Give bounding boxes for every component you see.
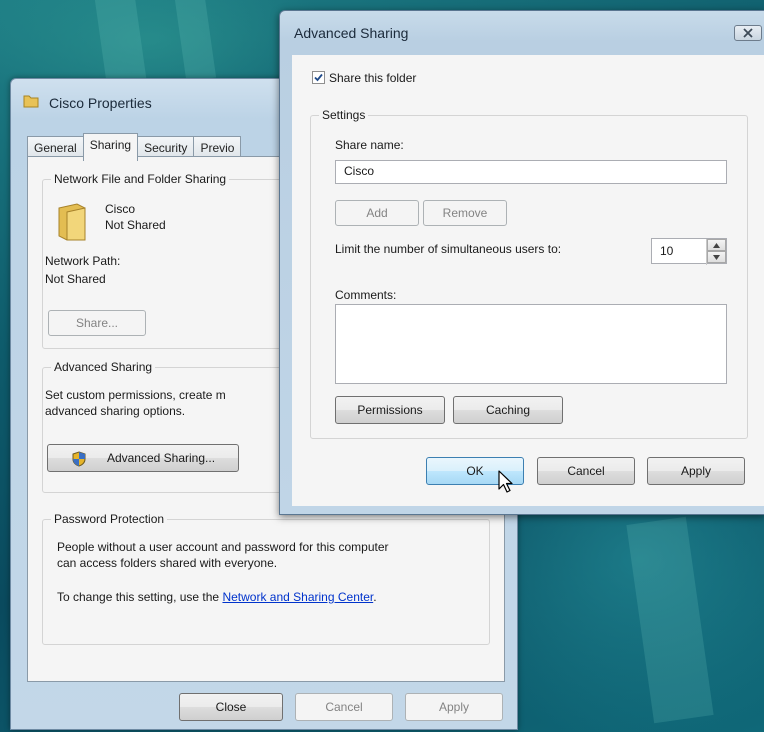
network-path-label: Network Path: [45,254,121,268]
mouse-cursor-icon [498,470,513,493]
change-setting-prefix: To change this setting, use the [57,590,223,604]
user-limit-spinner[interactable] [706,239,726,265]
password-protection-text: People without a user account and passwo… [57,540,389,554]
properties-title: Cisco Properties [49,95,152,111]
permissions-button[interactable]: Permissions [335,396,445,424]
advanced-sharing-dialog: Advanced Sharing Share this folder Setti… [279,10,764,515]
settings-group: Settings Share name: Cisco Add Remove Li… [310,108,748,439]
network-path-value: Not Shared [45,272,106,286]
arrow-up-icon [713,242,720,248]
dialog-body: Share this folder Settings Share name: C… [292,55,764,506]
advanced-sharing-button-label: Advanced Sharing... [106,451,216,465]
password-protection-group-label: Password Protection [51,512,168,526]
spin-up-button[interactable] [707,239,726,251]
folder-share-status: Not Shared [105,218,166,232]
dialog-close-button[interactable] [734,25,762,41]
settings-group-label: Settings [319,108,369,122]
share-button[interactable]: Share... [48,310,146,336]
share-folder-checkbox[interactable] [312,71,325,84]
network-sharing-center-link[interactable]: Network and Sharing Center [222,590,373,604]
comments-label: Comments: [335,288,397,302]
change-setting-text: To change this setting, use the Network … [57,590,377,604]
dialog-cancel-button[interactable]: Cancel [537,457,635,485]
advanced-sharing-description-line2: advanced sharing options. [45,404,186,418]
advanced-sharing-group-label: Advanced Sharing [51,360,156,374]
share-name-label: Share name: [335,138,404,152]
user-limit-value: 10 [660,244,674,258]
wallpaper-streak [626,516,714,724]
password-protection-group: Password Protection People without a use… [42,512,490,645]
folder-name: Cisco [105,202,136,216]
close-icon [743,28,753,38]
user-limit-label: Limit the number of simultaneous users t… [335,242,562,256]
dialog-apply-button[interactable]: Apply [647,457,745,485]
change-setting-suffix: . [373,590,377,604]
caching-button[interactable]: Caching [453,396,563,424]
share-name-input[interactable]: Cisco [335,160,727,184]
close-button[interactable]: Close [179,693,283,721]
advanced-sharing-button[interactable]: Advanced Sharing... [47,444,239,472]
apply-button[interactable]: Apply [405,693,503,721]
dialog-title: Advanced Sharing [294,25,409,41]
advanced-sharing-description: Set custom permissions, create m [45,388,226,402]
cancel-button[interactable]: Cancel [295,693,393,721]
network-sharing-group-label: Network File and Folder Sharing [51,172,230,186]
comments-textarea[interactable] [335,304,727,384]
remove-button[interactable]: Remove [423,200,507,226]
folder-icon [23,95,39,108]
wallpaper-streak [173,0,217,82]
arrow-down-icon [713,254,720,260]
spin-down-button[interactable] [707,251,726,263]
shield-icon [72,451,86,467]
share-folder-label: Share this folder [329,71,417,85]
checkmark-icon [314,73,323,82]
add-button[interactable]: Add [335,200,419,226]
tab-sharing[interactable]: Sharing [82,133,139,161]
user-limit-input[interactable]: 10 [651,238,727,265]
tab-strip: General Sharing Security Previo [27,133,242,161]
password-protection-text-line2: can access folders shared with everyone. [57,556,278,570]
folder-icon [58,203,86,241]
